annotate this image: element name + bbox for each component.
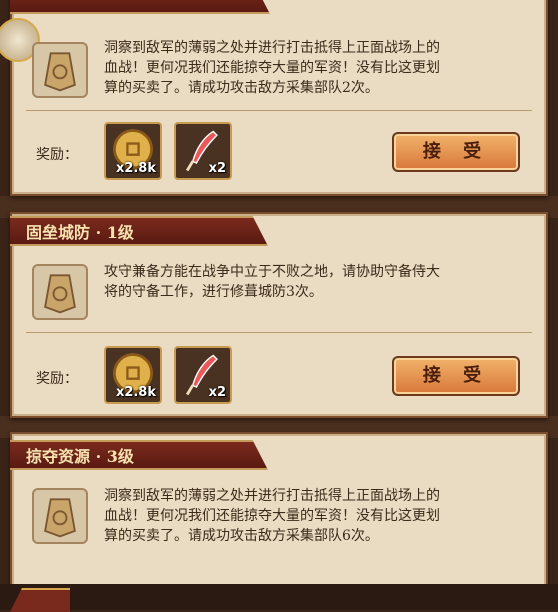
copper-coin-icon[interactable]: x2.8k bbox=[104, 346, 162, 404]
accept-button[interactable]: 接 受 bbox=[392, 356, 520, 396]
feather-brush-icon[interactable]: x2 bbox=[174, 122, 232, 180]
copper-coin-icon[interactable]: x2.8k bbox=[104, 122, 162, 180]
quest-3-title-banner: 掠夺资源 · 3级 bbox=[10, 440, 268, 470]
quest-2-description-line: 将的守备工作，进行修葺城防3次。 bbox=[104, 284, 323, 300]
quest-2-title-banner: 固垒城防 · 1级 bbox=[10, 216, 268, 246]
token-tag-icon bbox=[32, 264, 88, 320]
reward-label: 奖励： bbox=[36, 371, 78, 387]
quest-3-title: 掠夺资源 · 3级 bbox=[26, 447, 134, 466]
reward-count: x2 bbox=[208, 161, 226, 176]
reward-count: x2.8k bbox=[115, 385, 156, 400]
quest-2-description-line: 攻守兼备方能在战争中立于不败之地，请协助守备侍大 bbox=[104, 264, 440, 280]
quest-1-description-line: 洞察到敌军的薄弱之处并进行打击抵得上正面战场上的 bbox=[104, 40, 440, 56]
quest-2-title: 固垒城防 · 1级 bbox=[26, 223, 134, 242]
accept-button[interactable]: 接 受 bbox=[392, 132, 520, 172]
quest-1-title-banner bbox=[10, 0, 270, 14]
divider bbox=[26, 332, 532, 333]
token-tag-icon bbox=[32, 42, 88, 98]
quest-3-description-line: 血战！更何况我们还能掠夺大量的军资！没有比这更划 bbox=[104, 508, 440, 524]
quest-1-description-line: 算的买卖了。请成功攻击敌方采集部队2次。 bbox=[104, 80, 379, 96]
quest-3-description-line: 洞察到敌军的薄弱之处并进行打击抵得上正面战场上的 bbox=[104, 488, 440, 504]
reward-label: 奖励： bbox=[36, 147, 78, 163]
quest-1-description-line: 血战！更何况我们还能掠夺大量的军资！没有比这更划 bbox=[104, 60, 440, 76]
bottom-bar bbox=[0, 584, 558, 610]
feather-brush-icon[interactable]: x2 bbox=[174, 346, 232, 404]
divider bbox=[26, 110, 532, 111]
reward-count: x2.8k bbox=[115, 161, 156, 176]
quest-3-description-line: 算的买卖了。请成功攻击敌方采集部队6次。 bbox=[104, 528, 379, 544]
token-tag-icon bbox=[32, 488, 88, 544]
reward-count: x2 bbox=[208, 385, 226, 400]
